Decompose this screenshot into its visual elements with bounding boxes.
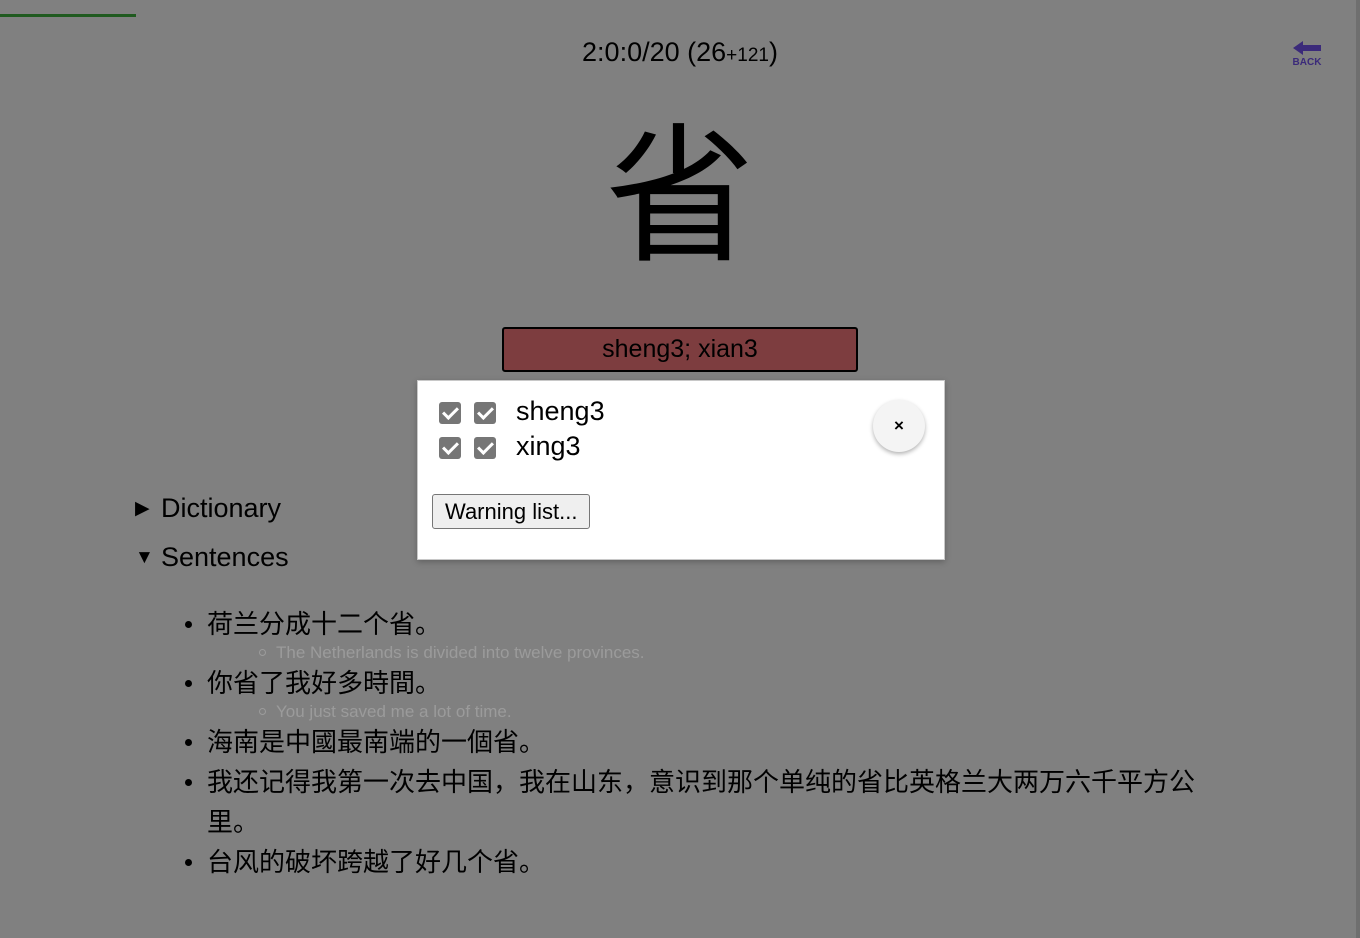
back-button[interactable]: BACK: [1288, 40, 1326, 72]
sentence-item: 我还记得我第一次去中国，我在山东，意识到那个单纯的省比英格兰大两万六千平方公里。: [185, 762, 1227, 842]
sentences-toggle[interactable]: ▼ Sentences: [135, 542, 289, 573]
sentence-translation: The Netherlands is divided into twelve p…: [259, 642, 1227, 663]
pronunciation-popup: sheng3 xing3 × Warning list...: [417, 380, 945, 560]
back-label: BACK: [1292, 57, 1322, 68]
answer-field[interactable]: sheng3; xian3: [502, 327, 858, 372]
close-button[interactable]: ×: [873, 400, 925, 452]
sentence-list: 荷兰分成十二个省。 The Netherlands is divided int…: [185, 604, 1227, 882]
progress-bar: [0, 14, 136, 17]
sentence-item: 海南是中國最南端的一個省。: [185, 722, 1227, 762]
sentence-item: 荷兰分成十二个省。: [185, 604, 1227, 644]
sentence-translation: You just saved me a lot of time.: [259, 701, 1227, 722]
checkbox-b[interactable]: [474, 402, 496, 424]
triangle-right-icon: ▶: [135, 498, 150, 519]
dictionary-toggle[interactable]: ▶ Dictionary: [135, 493, 281, 524]
pronunciation-label: sheng3: [516, 396, 605, 426]
checkbox-a[interactable]: [439, 437, 461, 459]
triangle-down-icon: ▼: [135, 547, 154, 568]
sentences-label: Sentences: [161, 542, 289, 572]
dictionary-label: Dictionary: [161, 493, 282, 523]
flashcard-character: 省: [604, 111, 755, 285]
arrow-left-icon: [1293, 41, 1321, 55]
pronunciation-label: xing3: [516, 431, 581, 461]
sentence-item: 你省了我好多時間。: [185, 663, 1227, 703]
review-status: 2:0:0/20 (26+121): [582, 37, 778, 67]
checkbox-a[interactable]: [439, 402, 461, 424]
checkbox-b[interactable]: [474, 437, 496, 459]
warning-list-button[interactable]: Warning list...: [432, 494, 591, 529]
sentence-item: 台风的破坏跨越了好几个省。: [185, 842, 1227, 882]
